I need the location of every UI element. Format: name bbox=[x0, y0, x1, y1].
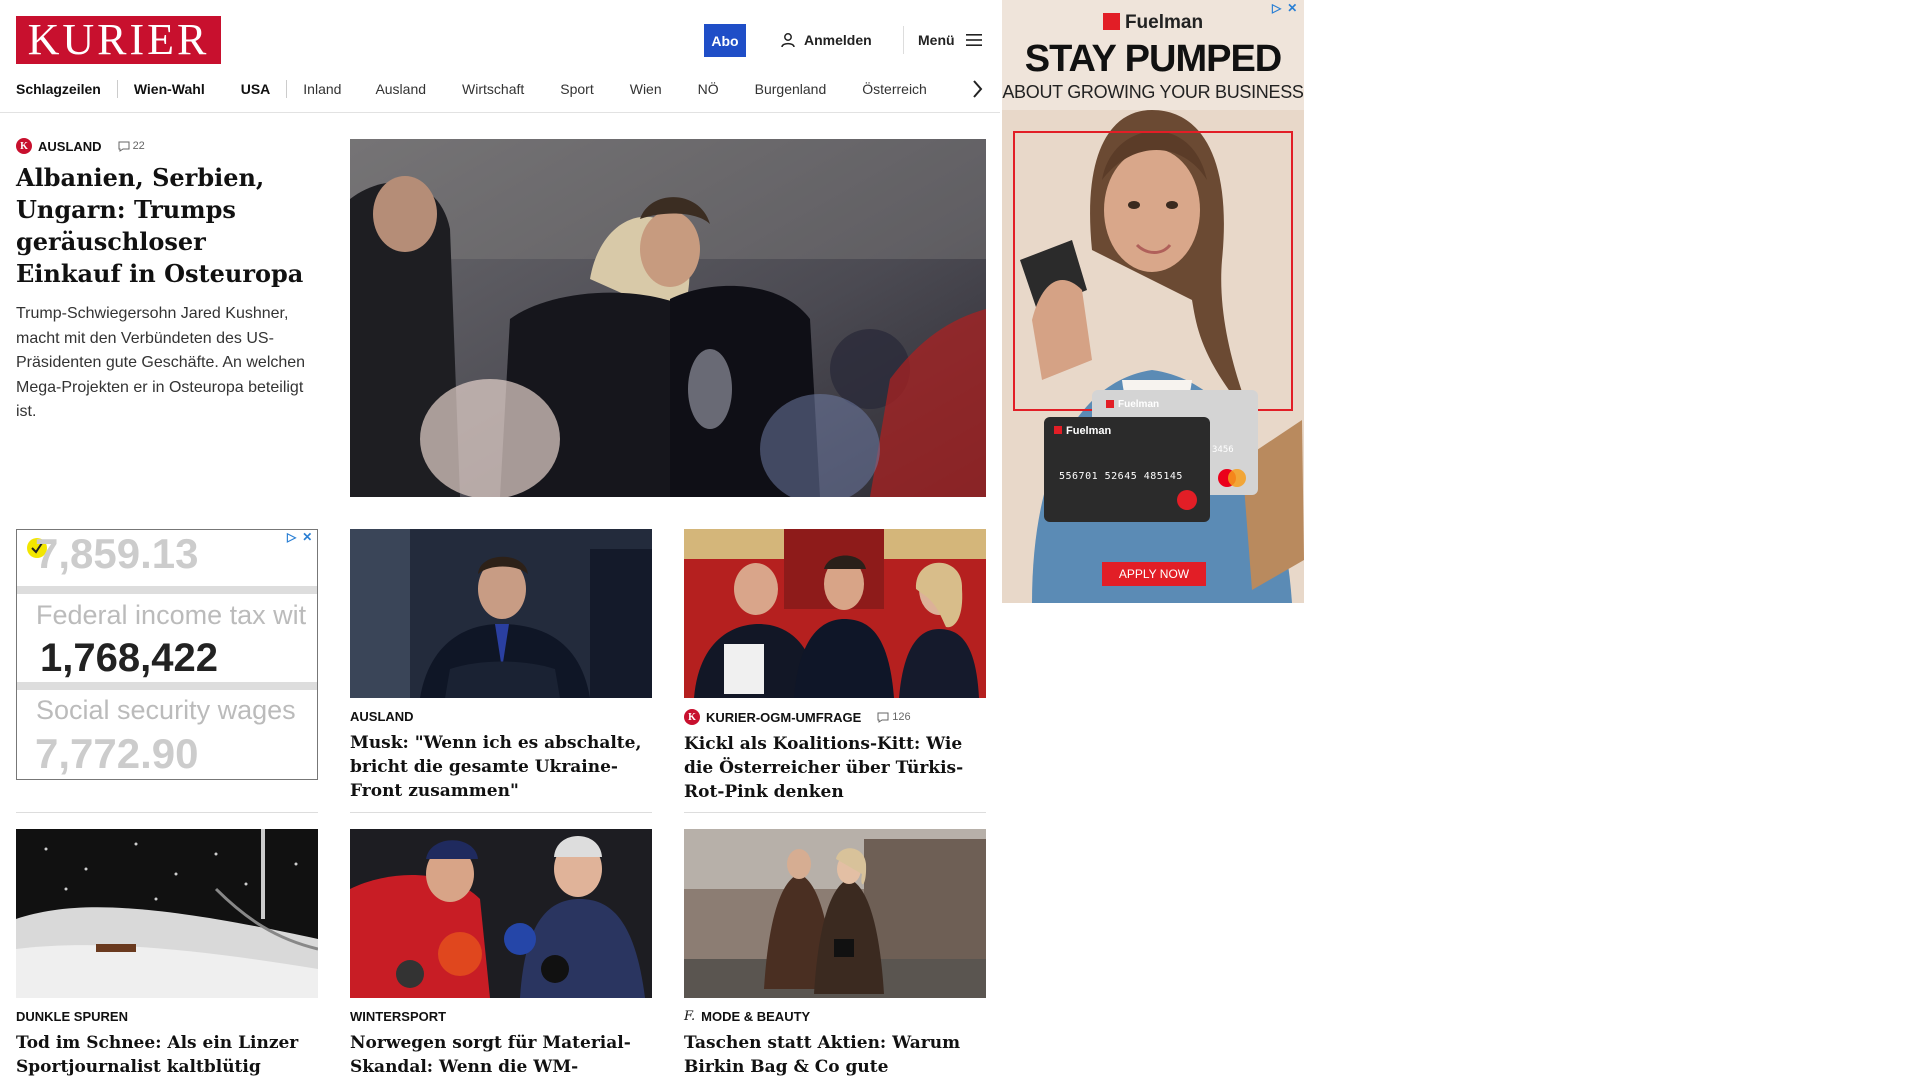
nav-item-noe[interactable]: NÖ bbox=[698, 81, 719, 97]
lead-article-image[interactable] bbox=[350, 139, 986, 497]
card-headline[interactable]: Tod im Schnee: Als ein Linzer Sportjourn… bbox=[16, 1031, 318, 1080]
ad-brand: Fuelman bbox=[1002, 12, 1304, 34]
nav-divider bbox=[286, 80, 288, 98]
card-divider bbox=[684, 812, 986, 813]
card-headline[interactable]: Norwegen sorgt für Material-Skandal: Wen… bbox=[350, 1031, 652, 1080]
lead-teaser[interactable]: Trump-Schwiegersohn Jared Kushner, macht… bbox=[16, 302, 318, 425]
ad-number-bottom: 7,772.90 bbox=[35, 730, 199, 777]
nav-item-sport[interactable]: Sport bbox=[560, 81, 593, 97]
apply-now-button[interactable]: APPLY NOW bbox=[1102, 562, 1206, 586]
card-number: 556701 52645 485145 bbox=[1059, 471, 1183, 482]
card-image-musk[interactable] bbox=[350, 529, 652, 698]
abo-button[interactable]: Abo bbox=[704, 24, 746, 57]
comment-count[interactable]: 126 bbox=[877, 711, 911, 723]
comment-count[interactable]: 22 bbox=[118, 140, 145, 152]
nav-item-usa[interactable]: USA bbox=[241, 81, 271, 97]
ad-subline: ABOUT GROWING YOUR BUSINESS bbox=[1002, 82, 1304, 102]
kurier-k-icon: K bbox=[684, 709, 700, 725]
card-divider bbox=[16, 812, 318, 813]
card-image-kickl[interactable] bbox=[684, 529, 986, 698]
article-card[interactable]: WINTERSPORT Norwegen sorgt für Material-… bbox=[350, 1009, 652, 1080]
kurier-logo[interactable]: KURIER bbox=[16, 16, 221, 64]
comment-count-value: 22 bbox=[132, 140, 145, 152]
ad-headline: STAY PUMPED bbox=[1024, 38, 1282, 80]
chevron-right-icon[interactable] bbox=[970, 78, 984, 100]
nav-item-wien-wahl[interactable]: Wien-Wahl bbox=[134, 81, 205, 97]
card-brand-back: Fuelman bbox=[1118, 399, 1160, 410]
adchoices-icon[interactable]: ▷ bbox=[1272, 1, 1281, 15]
nav-divider bbox=[116, 80, 118, 98]
adchoices[interactable]: ▷ ✕ bbox=[287, 530, 312, 544]
adchoices-icon[interactable]: ▷ bbox=[287, 530, 296, 544]
card-image-fashion[interactable] bbox=[684, 829, 986, 998]
nav-item-inland[interactable]: Inland bbox=[303, 81, 341, 97]
nav-item-burgenland[interactable]: Burgenland bbox=[755, 81, 827, 97]
menu-button[interactable]: Menü bbox=[918, 28, 983, 52]
nav-item-ausland[interactable]: Ausland bbox=[375, 81, 426, 97]
comment-icon bbox=[118, 141, 130, 152]
freizeit-icon: f. bbox=[684, 1009, 696, 1024]
advertisement-tax[interactable]: 7,859.13 Federal income tax wit 1,768,42… bbox=[16, 529, 318, 780]
lead-article[interactable]: K AUSLAND 22 Albanien, Serbien, Ungarn: … bbox=[16, 138, 318, 425]
comment-icon bbox=[877, 712, 889, 723]
card-kicker[interactable]: KURIER-OGM-UMFRAGE bbox=[706, 710, 861, 725]
card-brand-front: Fuelman bbox=[1066, 425, 1112, 437]
fuelman-logo-icon bbox=[1102, 13, 1120, 30]
nav-item-schlagzeilen[interactable]: Schlagzeilen bbox=[16, 81, 101, 97]
card-divider bbox=[350, 812, 652, 813]
ad-label-tax: Federal income tax wit bbox=[36, 600, 307, 630]
hamburger-icon bbox=[965, 34, 982, 46]
card-headline[interactable]: Kickl als Koalitions-Kitt: Wie die Öster… bbox=[684, 732, 986, 804]
article-card[interactable]: DUNKLE SPUREN Tod im Schnee: Als ein Lin… bbox=[16, 1009, 318, 1080]
login-button[interactable]: Anmelden bbox=[780, 28, 872, 52]
lead-kicker[interactable]: AUSLAND bbox=[38, 139, 102, 154]
card-digits: 3456 bbox=[1212, 445, 1234, 455]
article-card[interactable]: f. MODE & BEAUTY Taschen statt Aktien: W… bbox=[684, 1009, 986, 1080]
nav-item-wirtschaft[interactable]: Wirtschaft bbox=[462, 81, 524, 97]
adchoices[interactable]: ▷ ✕ bbox=[1272, 1, 1297, 15]
header-border bbox=[0, 112, 1000, 113]
nav-item-wien[interactable]: Wien bbox=[630, 81, 662, 97]
ad-close-icon[interactable]: ✕ bbox=[1287, 1, 1297, 15]
user-icon bbox=[781, 33, 795, 48]
header-divider bbox=[903, 26, 904, 54]
ad-number-top: 7,859.13 bbox=[35, 530, 199, 577]
login-label: Anmelden bbox=[804, 32, 872, 48]
ad-row-divider bbox=[17, 682, 317, 690]
ad-close-icon[interactable]: ✕ bbox=[302, 530, 312, 544]
card-kicker[interactable]: WINTERSPORT bbox=[350, 1009, 446, 1024]
main-navigation: Schlagzeilen Wien-Wahl USA Inland Auslan… bbox=[16, 76, 996, 102]
card-kicker[interactable]: DUNKLE SPUREN bbox=[16, 1009, 128, 1024]
menu-label: Menü bbox=[918, 32, 955, 48]
ad-label-social: Social security wages bbox=[36, 695, 296, 725]
comment-count-value: 126 bbox=[892, 711, 911, 723]
card-kicker[interactable]: MODE & BEAUTY bbox=[701, 1009, 810, 1024]
card-headline[interactable]: Taschen statt Aktien: Warum Birkin Bag &… bbox=[684, 1031, 986, 1080]
kurier-k-icon: K bbox=[16, 138, 32, 154]
card-image-snow[interactable] bbox=[16, 829, 318, 998]
nav-item-oesterreich[interactable]: Österreich bbox=[862, 81, 927, 97]
ad-row-divider bbox=[17, 586, 317, 594]
article-card[interactable]: K KURIER-OGM-UMFRAGE 126 Kickl als Koali… bbox=[684, 709, 986, 804]
card-image-wintersport[interactable] bbox=[350, 829, 652, 998]
article-card[interactable]: AUSLAND Musk: "Wenn ich es abschalte, br… bbox=[350, 709, 652, 803]
card-headline[interactable]: Musk: "Wenn ich es abschalte, bricht die… bbox=[350, 731, 652, 803]
ad-value: 1,768,422 bbox=[40, 636, 218, 680]
lead-headline[interactable]: Albanien, Serbien, Ungarn: Trumps geräus… bbox=[16, 162, 318, 290]
card-kicker[interactable]: AUSLAND bbox=[350, 709, 414, 724]
advertisement-fuelman[interactable]: Fuelman STAY PUMPED ABOUT GROWING YOUR B… bbox=[1002, 0, 1304, 603]
